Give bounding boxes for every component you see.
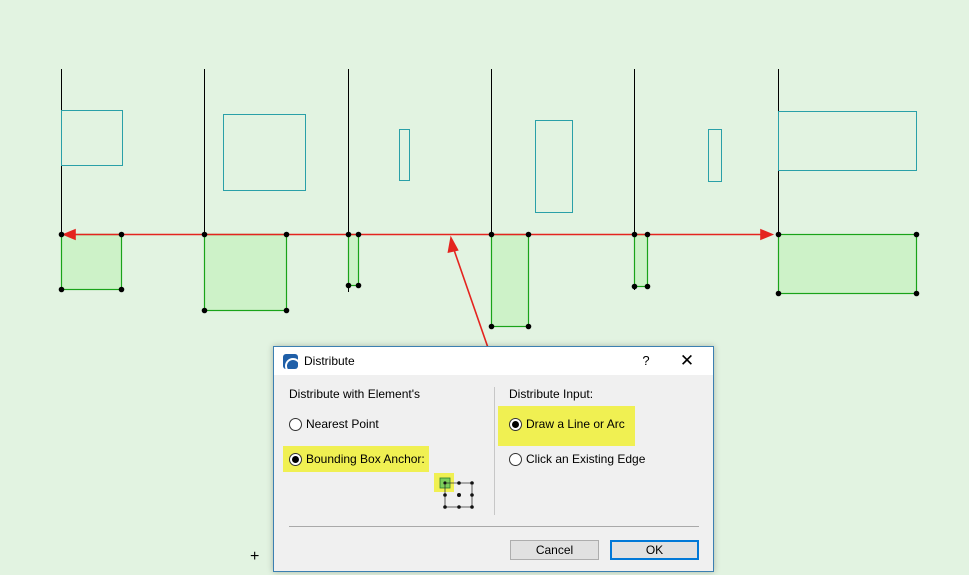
hotspot[interactable] [201, 307, 208, 314]
radio-draw-line-or-arc[interactable]: Draw a Line or Arc [509, 417, 625, 431]
original-rect-2[interactable] [223, 114, 306, 191]
distributed-rect-4[interactable] [490, 233, 530, 328]
hotspot[interactable] [283, 307, 290, 314]
close-icon[interactable]: ✕ [670, 351, 704, 371]
crosshair-cursor: + [250, 548, 260, 565]
distributed-rect-1[interactable] [60, 233, 123, 291]
distribution-line-end-arrowhead [760, 228, 775, 241]
distributed-rect-2[interactable] [203, 233, 288, 312]
anchor-point-selector[interactable] [434, 473, 484, 518]
archicad-icon [283, 354, 298, 369]
hotspot[interactable] [631, 231, 638, 238]
radio-bounding-box-anchor[interactable]: Bounding Box Anchor: [289, 452, 425, 466]
callout-arrowhead [447, 235, 459, 254]
hotspot[interactable] [345, 231, 352, 238]
hotspot[interactable] [118, 286, 125, 293]
distributed-rect-3[interactable] [347, 233, 360, 287]
hotspot[interactable] [775, 290, 782, 297]
hotspot[interactable] [201, 231, 208, 238]
distributed-rect-5[interactable] [633, 233, 649, 288]
original-rect-5[interactable] [708, 129, 722, 182]
hotspot[interactable] [525, 231, 532, 238]
distribute-dialog: Distribute ? ✕ Distribute with Element's… [273, 346, 714, 572]
original-elements [61, 110, 917, 213]
original-rect-3[interactable] [399, 129, 410, 181]
radio-label: Bounding Box Anchor: [306, 452, 425, 466]
hotspot[interactable] [118, 231, 125, 238]
ok-button[interactable]: OK [610, 540, 699, 560]
original-rect-1[interactable] [61, 110, 123, 166]
anchor-grid-icon [434, 473, 474, 509]
hotspot[interactable] [775, 231, 782, 238]
hotspot[interactable] [913, 231, 920, 238]
radio-label: Draw a Line or Arc [526, 417, 625, 431]
radio-label: Nearest Point [306, 417, 379, 431]
horizontal-divider [289, 526, 699, 527]
radio-button[interactable] [509, 452, 522, 466]
radio-button-selected[interactable] [289, 452, 302, 466]
hotspot[interactable] [913, 290, 920, 297]
vertical-divider [494, 387, 495, 515]
hotspot[interactable] [355, 282, 362, 289]
distributed-rect-6[interactable] [777, 233, 918, 295]
hotspot[interactable] [644, 283, 651, 290]
dialog-titlebar[interactable]: Distribute ? ✕ [274, 347, 713, 375]
distributed-elements [60, 233, 918, 328]
hotspot[interactable] [488, 323, 495, 330]
original-rect-4[interactable] [535, 120, 573, 213]
help-button[interactable]: ? [632, 352, 660, 370]
distribute-with-heading: Distribute with Element's [289, 387, 421, 401]
element-stems [61, 69, 779, 295]
radio-label: Click an Existing Edge [526, 452, 646, 466]
hotspot[interactable] [345, 282, 352, 289]
cancel-button[interactable]: Cancel [510, 540, 599, 560]
hotspot[interactable] [58, 286, 65, 293]
hotspot[interactable] [488, 231, 495, 238]
radio-button[interactable] [289, 417, 302, 431]
hotspot[interactable] [525, 323, 532, 330]
dialog-title: Distribute [304, 354, 355, 368]
hotspot[interactable] [644, 231, 651, 238]
radio-button-selected[interactable] [509, 417, 522, 431]
hotspot[interactable] [58, 231, 65, 238]
hotspot[interactable] [631, 283, 638, 290]
radio-click-existing-edge[interactable]: Click an Existing Edge [509, 452, 645, 466]
hotspot[interactable] [355, 231, 362, 238]
distribute-input-heading: Distribute Input: [509, 387, 594, 401]
original-rect-6[interactable] [778, 111, 917, 171]
radio-nearest-point[interactable]: Nearest Point [289, 417, 379, 431]
hotspot[interactable] [283, 231, 290, 238]
